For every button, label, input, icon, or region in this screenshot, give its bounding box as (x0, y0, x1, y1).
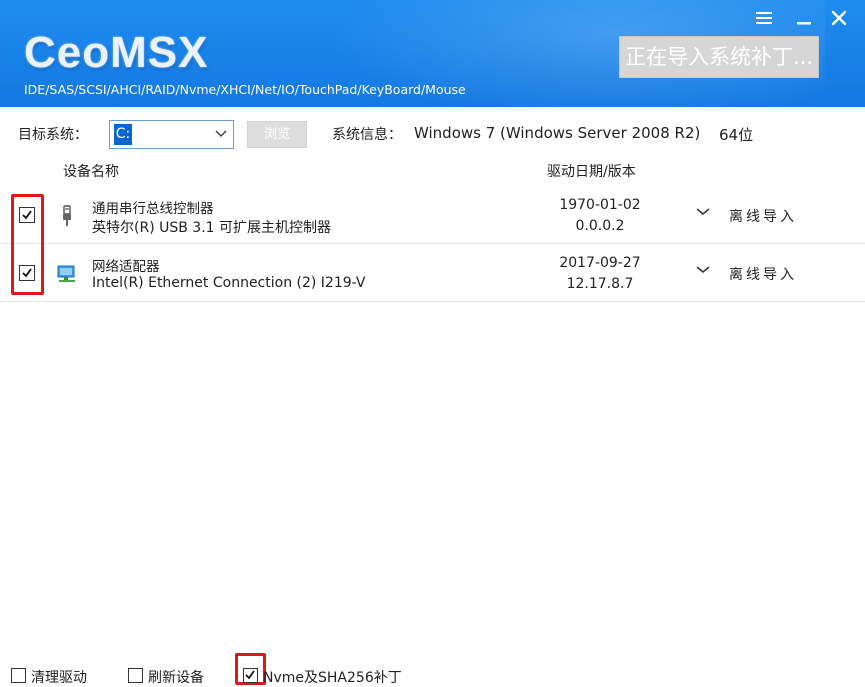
device-checkbox[interactable] (19, 207, 35, 223)
import-system-patch-button[interactable]: 正在导入系统补丁... (619, 36, 819, 78)
target-system-label: 目标系统： (18, 127, 88, 143)
selected-drive-value: C: (114, 124, 132, 145)
device-description: Intel(R) Ethernet Connection (2) I219-V (92, 275, 366, 291)
os-arch-text: 64位 (719, 126, 754, 144)
usb-icon (63, 205, 71, 226)
column-header-device: 设备名称 (63, 164, 119, 180)
app-logo: CeoMSX (24, 28, 209, 77)
column-header-driver-date: 驱动日期/版本 (547, 164, 636, 180)
device-name: 通用串行总线控制器 (92, 201, 214, 217)
hamburger-icon[interactable] (751, 6, 777, 30)
chevron-down-icon (215, 130, 227, 138)
device-row: 网络适配器 Intel(R) Ethernet Connection (2) I… (0, 245, 865, 302)
offline-import-button[interactable]: 离线导入 (729, 264, 797, 284)
driver-date: 1970-01-02 (559, 197, 641, 213)
system-info-label: 系统信息： (332, 127, 402, 143)
minimize-icon[interactable] (791, 6, 817, 30)
chevron-down-icon[interactable] (696, 264, 710, 276)
driver-version: 0.0.0.2 (575, 218, 625, 234)
supported-interfaces-text: IDE/SAS/SCSI/AHCI/RAID/Nvme/XHCI/Net/IO/… (24, 82, 466, 97)
driver-date: 2017-09-27 (559, 255, 641, 271)
refresh-devices-label: 刷新设备 (148, 670, 204, 686)
close-icon[interactable] (826, 6, 852, 30)
target-drive-select[interactable]: C: (109, 120, 234, 149)
clean-driver-checkbox[interactable] (11, 668, 26, 683)
device-row: 通用串行总线控制器 英特尔(R) USB 3.1 可扩展主机控制器 1970-0… (0, 187, 865, 244)
network-adapter-icon (57, 265, 75, 282)
clean-driver-label: 清理驱动 (31, 670, 87, 686)
chevron-down-icon[interactable] (696, 206, 710, 218)
offline-import-button[interactable]: 离线导入 (729, 206, 797, 226)
refresh-devices-checkbox[interactable] (128, 668, 143, 683)
device-name: 网络适配器 (92, 259, 160, 275)
nvme-sha256-checkbox[interactable] (243, 668, 258, 683)
driver-version: 12.17.8.7 (566, 276, 634, 292)
browse-button[interactable]: 浏览 (247, 121, 307, 148)
cropped-red-annotation (414, 680, 724, 687)
app-header: CeoMSX IDE/SAS/SCSI/AHCI/RAID/Nvme/XHCI/… (0, 0, 865, 107)
os-version-text: Windows 7 (Windows Server 2008 R2) (414, 124, 701, 142)
device-checkbox[interactable] (19, 265, 35, 281)
device-description: 英特尔(R) USB 3.1 可扩展主机控制器 (92, 220, 332, 236)
nvme-sha256-label: Nvme及SHA256补丁 (263, 670, 402, 686)
